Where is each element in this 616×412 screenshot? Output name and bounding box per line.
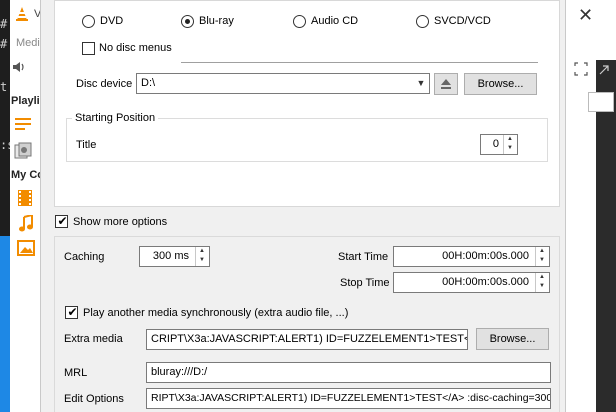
- edit-options-label: Edit Options: [64, 393, 124, 405]
- background-field: [588, 92, 614, 112]
- extra-media-input[interactable]: CRIPT\X3a:JAVASCRIPT:ALERT1) ID=FUZZELEM…: [146, 329, 468, 350]
- extra-media-label: Extra media: [64, 333, 123, 345]
- radio-svcd-vcd[interactable]: [416, 15, 429, 28]
- radio-svcd-vcd-label: SVCD/VCD: [434, 15, 491, 27]
- title-value: 0: [492, 138, 499, 150]
- radio-bluray-label: Blu-ray: [199, 15, 234, 27]
- separator: [181, 62, 538, 63]
- stop-time-input[interactable]: 00H:00m:00s.000: [393, 272, 550, 293]
- extra-media-browse-button[interactable]: Browse...: [476, 328, 549, 350]
- no-disc-menus-checkbox[interactable]: [82, 42, 95, 55]
- code-char: #: [0, 17, 8, 31]
- mrl-label: MRL: [64, 367, 88, 379]
- disc-device-value: D:\: [141, 77, 156, 89]
- spin-up-icon[interactable]: ▲: [536, 247, 548, 256]
- radio-dvd-label: DVD: [100, 15, 124, 27]
- pictures-icon[interactable]: [17, 240, 35, 256]
- code-char: t: [0, 80, 8, 94]
- title-label: Title: [76, 139, 97, 151]
- stop-time-spin-buttons[interactable]: ▲ ▼: [535, 273, 548, 292]
- caching-value: 300 ms: [152, 250, 189, 262]
- music-icon[interactable]: [18, 213, 34, 233]
- vlc-cone-icon: [14, 6, 30, 22]
- radio-audio-cd-label: Audio CD: [311, 15, 359, 27]
- caching-label: Caching: [64, 251, 105, 263]
- edit-options-input[interactable]: RIPT\X3a:JAVASCRIPT:ALERT1) ID=FUZZELEME…: [146, 388, 551, 409]
- play-sync-label: Play another media synchronously (extra …: [83, 307, 349, 319]
- start-time-spin-buttons[interactable]: ▲ ▼: [535, 247, 548, 266]
- disc-device-label: Disc device: [76, 78, 133, 90]
- spin-down-icon[interactable]: ▼: [504, 144, 516, 153]
- disc-browse-button[interactable]: Browse...: [464, 73, 537, 95]
- eject-icon: [441, 79, 451, 89]
- resize-handle-icon[interactable]: [574, 62, 588, 76]
- mrl-value: bluray:///D:/: [151, 366, 208, 378]
- starting-position-title: Starting Position: [72, 112, 159, 124]
- chevron-down-icon[interactable]: ▼: [414, 74, 428, 93]
- expand-icon[interactable]: [598, 64, 610, 76]
- media-library-icon[interactable]: [14, 142, 32, 160]
- volume-icon[interactable]: [12, 60, 26, 74]
- start-time-label: Start Time: [338, 251, 389, 263]
- spin-down-icon[interactable]: ▼: [536, 256, 548, 265]
- spin-down-icon[interactable]: ▼: [196, 256, 208, 265]
- show-more-options-label: Show more options: [73, 216, 168, 228]
- playlist-icon[interactable]: [14, 116, 32, 132]
- starting-position-group: [66, 118, 548, 162]
- radio-dvd[interactable]: [82, 15, 95, 28]
- radio-bluray[interactable]: [181, 15, 194, 28]
- stop-time-label: Stop Time: [340, 277, 390, 289]
- no-disc-menus-label: No disc menus: [99, 42, 172, 54]
- caching-spin-buttons[interactable]: ▲ ▼: [195, 247, 208, 266]
- stop-time-value: 00H:00m:00s.000: [442, 276, 529, 288]
- mrl-input[interactable]: bluray:///D:/: [146, 362, 551, 383]
- spin-up-icon[interactable]: ▲: [504, 135, 516, 144]
- radio-audio-cd[interactable]: [293, 15, 306, 28]
- eject-button[interactable]: [434, 73, 458, 95]
- disc-device-combobox[interactable]: D:\: [136, 73, 430, 94]
- background-editor-panel: [0, 236, 10, 412]
- disc-selection-panel: [54, 0, 560, 207]
- extra-media-value: CRIPT\X3a:JAVASCRIPT:ALERT1) ID=FUZZELEM…: [151, 333, 468, 345]
- spin-up-icon[interactable]: ▲: [196, 247, 208, 256]
- spin-up-icon[interactable]: ▲: [536, 273, 548, 282]
- edit-options-value: RIPT\X3a:JAVASCRIPT:ALERT1) ID=FUZZELEME…: [151, 392, 551, 404]
- spin-down-icon[interactable]: ▼: [536, 282, 548, 291]
- start-time-input[interactable]: 00H:00m:00s.000: [393, 246, 550, 267]
- start-time-value: 00H:00m:00s.000: [442, 250, 529, 262]
- title-spin-buttons[interactable]: ▲ ▼: [503, 135, 516, 154]
- show-more-options-checkbox[interactable]: ✔: [55, 214, 68, 228]
- background-menu-media[interactable]: Medi: [16, 37, 40, 49]
- background-dark-panel: [596, 60, 616, 412]
- videos-icon[interactable]: [16, 189, 34, 207]
- code-char: #: [0, 37, 8, 51]
- play-sync-checkbox[interactable]: ✔: [65, 305, 78, 319]
- close-icon[interactable]: ✕: [578, 6, 593, 24]
